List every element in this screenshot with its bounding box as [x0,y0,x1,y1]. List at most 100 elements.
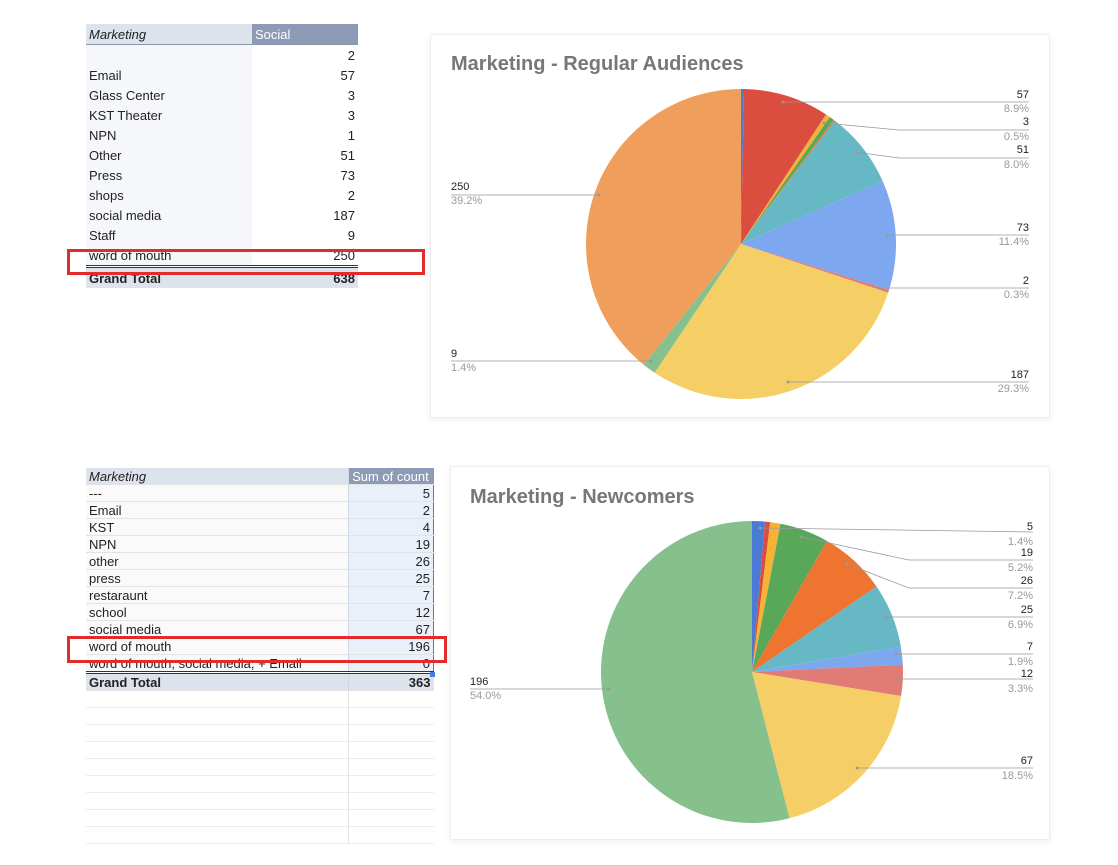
leader-dot [885,233,889,237]
row-value[interactable]: 4 [348,518,434,536]
row-value[interactable]: 3 [252,85,358,105]
row-label[interactable]: Staff [86,225,252,245]
pivot-row-header[interactable]: Marketing [86,24,252,45]
row-label[interactable]: KST Theater [86,105,252,125]
row-label[interactable]: other [86,552,350,570]
row-label[interactable]: Glass Center [86,85,252,105]
leader-dot [649,359,653,363]
selection-fill-handle[interactable] [430,672,435,677]
data-label-percent: 11.4% [999,236,1030,248]
row-value[interactable]: 2 [252,185,358,205]
pivot-column-header[interactable]: Social [252,24,358,45]
chart-card-regular[interactable]: Marketing - Regular Audiences 57 8.9% 3 … [430,34,1050,418]
empty-grid-row [86,741,434,759]
leader-dot [853,150,857,154]
row-value[interactable]: 25 [348,569,434,587]
row-value[interactable]: 187 [252,205,358,225]
table-row: Other 51 [86,145,358,165]
row-value[interactable]: 7 [348,586,434,604]
leader-dot [845,562,849,566]
leader-dot [877,286,881,290]
row-label[interactable]: Email [86,501,350,519]
table-row: press 25 [86,569,434,587]
row-label[interactable]: Email [86,65,252,85]
data-label-value: 5 [1027,521,1033,533]
row-value[interactable]: 9 [252,225,358,245]
pivot-row-header[interactable]: Marketing [86,468,350,485]
row-label[interactable]: KST [86,518,350,536]
row-value[interactable]: 2 [348,501,434,519]
row-value[interactable]: 3 [252,105,358,125]
data-label-percent: 39.2% [451,195,482,207]
empty-grid-row [86,826,434,844]
data-label-percent: 5.2% [1008,562,1033,574]
row-value[interactable]: 1 [252,125,358,145]
data-label-value: 19 [1021,547,1033,559]
pie-chart: 5 1.4% 19 5.2% 26 7.2% 25 6.9% 7 1.9% 12… [470,521,1033,823]
row-value[interactable]: 12 [348,603,434,621]
row-value[interactable]: 57 [252,65,358,85]
data-label-value: 196 [470,676,488,688]
pivot-header-row: Marketing Social [86,24,358,45]
data-label-percent: 0.3% [1004,289,1029,301]
table-row: restaraunt 7 [86,586,434,604]
data-label-percent: 54.0% [470,690,501,702]
data-label-value: 67 [1021,755,1033,767]
row-value[interactable]: 5 [348,484,434,502]
chart-card-newcomers[interactable]: Marketing - Newcomers 5 1.4% 19 5.2% 26 … [450,466,1050,840]
empty-grid-row [86,775,434,793]
row-value[interactable]: 19 [348,535,434,553]
data-label-value: 25 [1021,604,1033,616]
leader-dot [855,766,859,770]
table-row: Email 2 [86,501,434,519]
row-label[interactable]: NPN [86,535,350,553]
empty-grid-row [86,758,434,776]
data-label-percent: 7.2% [1008,590,1033,602]
table-row: Email 57 [86,65,358,85]
data-label-percent: 0.5% [1004,131,1029,143]
row-label[interactable]: Press [86,165,252,185]
row-value[interactable]: 26 [348,552,434,570]
data-label-percent: 8.0% [1004,159,1029,171]
row-label[interactable] [86,44,252,65]
data-label-value: 2 [1023,275,1029,287]
table-row: NPN 1 [86,125,358,145]
row-label[interactable]: social media [86,620,350,638]
row-value[interactable]: 51 [252,145,358,165]
data-label-value: 26 [1021,575,1033,587]
row-label[interactable]: press [86,569,350,587]
highlight-box [67,636,447,663]
table-row: school 12 [86,603,434,621]
leader-dot [822,121,826,125]
row-label[interactable]: social media [86,205,252,225]
row-value[interactable]: 67 [348,620,434,638]
row-label[interactable]: restaraunt [86,586,350,604]
row-value[interactable]: 2 [252,45,358,66]
pivot-column-header[interactable]: Sum of count [348,468,434,485]
row-label[interactable]: NPN [86,125,252,145]
empty-grid-row [86,690,434,708]
data-label-percent: 29.3% [998,383,1029,395]
row-label[interactable]: school [86,603,350,621]
empty-grid-row [86,724,434,742]
table-row: NPN 19 [86,535,434,553]
row-label[interactable]: --- [86,484,350,502]
row-value[interactable]: 73 [252,165,358,185]
data-label-value: 250 [451,181,469,193]
leader-dot [597,193,601,197]
pie-chart: 57 8.9% 3 0.5% 51 8.0% 250 39.2% 73 11.4… [451,89,1030,400]
row-label[interactable]: Other [86,145,252,165]
table-row: Staff 9 [86,225,358,245]
empty-grid-row [86,792,434,810]
grand-total-value[interactable]: 363 [348,671,434,691]
data-label-percent: 6.9% [1008,619,1033,631]
data-label-percent: 8.9% [1004,103,1029,115]
data-label-value: 57 [1017,89,1029,101]
grand-total-row: Grand Total 363 [86,671,434,691]
data-label-value: 187 [1011,369,1029,381]
table-row: KST Theater 3 [86,105,358,125]
leader-dot [758,526,762,530]
row-label[interactable]: shops [86,185,252,205]
table-row: social media 67 [86,620,434,638]
grand-total-label[interactable]: Grand Total [86,671,350,691]
